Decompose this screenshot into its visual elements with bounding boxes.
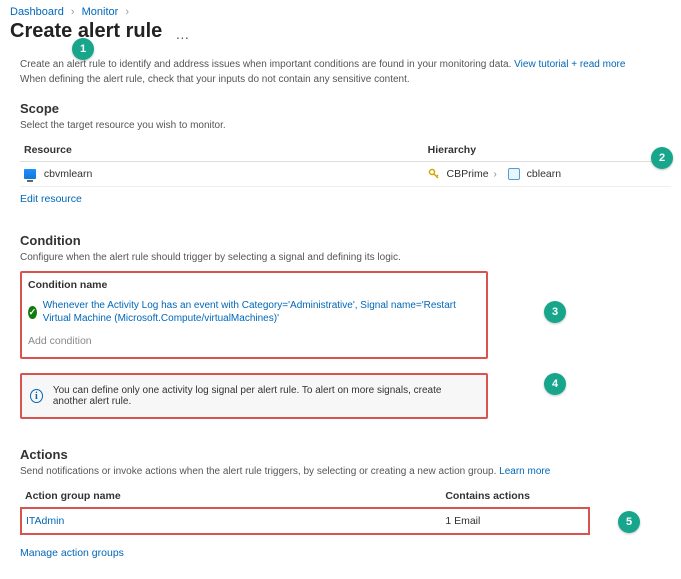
chevron-right-icon: › — [71, 6, 75, 18]
annotation-badge-4: 4 — [544, 373, 566, 395]
condition-link[interactable]: Whenever the Activity Log has an event w… — [43, 299, 480, 325]
table-row: cbvmlearn CBPrime › cblearn — [20, 162, 671, 187]
scope-table: Resource Hierarchy cbvmlearn CBPrime › c… — [20, 139, 671, 187]
condition-subtitle: Configure when the alert rule should tri… — [20, 252, 671, 263]
actions-table: Action group name Contains actions ITAdm… — [20, 485, 590, 535]
actions-col-name: Action group name — [21, 485, 441, 508]
scope-section: Scope Select the target resource you wis… — [20, 101, 671, 205]
action-group-link[interactable]: ITAdmin — [26, 515, 64, 527]
condition-section: Condition Configure when the alert rule … — [20, 233, 671, 419]
view-tutorial-link[interactable]: View tutorial + read more — [514, 59, 625, 70]
actions-title: Actions — [20, 447, 671, 462]
annotation-badge-3: 3 — [544, 301, 566, 323]
annotation-badge-5: 5 — [618, 511, 640, 533]
condition-title: Condition — [20, 233, 671, 248]
check-circle-icon: ✓ — [28, 306, 37, 319]
vm-icon — [24, 169, 36, 179]
learn-more-link[interactable]: Learn more — [499, 466, 550, 477]
scope-col-resource: Resource — [20, 139, 424, 162]
annotation-badge-2: 2 — [651, 147, 673, 169]
actions-subtitle: Send notifications or invoke actions whe… — [20, 466, 671, 477]
chevron-right-icon: › — [493, 169, 496, 180]
hierarchy-subscription: CBPrime — [447, 168, 489, 180]
page-description: Create an alert rule to identify and add… — [20, 57, 671, 87]
more-icon[interactable]: … — [165, 26, 190, 42]
condition-col-name: Condition name — [28, 279, 480, 291]
scope-title: Scope — [20, 101, 671, 116]
hierarchy-rg: cblearn — [527, 168, 561, 180]
chevron-right-icon: › — [125, 6, 129, 18]
condition-box: Condition name ✓ Whenever the Activity L… — [20, 271, 488, 359]
edit-resource-link[interactable]: Edit resource — [20, 193, 82, 205]
annotation-badge-1: 1 — [72, 38, 94, 60]
table-row: ITAdmin 1 Email — [21, 508, 589, 534]
manage-action-groups-link[interactable]: Manage action groups — [20, 547, 124, 559]
breadcrumb-dashboard[interactable]: Dashboard — [10, 6, 64, 18]
info-box: i You can define only one activity log s… — [20, 373, 488, 419]
scope-subtitle: Select the target resource you wish to m… — [20, 120, 671, 131]
actions-section: Actions Send notifications or invoke act… — [20, 447, 671, 559]
info-icon: i — [30, 389, 43, 403]
breadcrumb: Dashboard › Monitor › — [10, 6, 671, 18]
condition-row: ✓ Whenever the Activity Log has an event… — [28, 299, 480, 325]
info-text: You can define only one activity log sig… — [53, 385, 478, 407]
breadcrumb-monitor[interactable]: Monitor — [82, 6, 119, 18]
actions-col-contains: Contains actions — [441, 485, 589, 508]
resource-group-icon — [508, 168, 520, 180]
action-contains: 1 Email — [445, 515, 480, 527]
resource-name: cbvmlearn — [44, 168, 92, 180]
scope-col-hierarchy: Hierarchy — [424, 139, 671, 162]
add-condition-link[interactable]: Add condition — [28, 335, 480, 347]
key-icon — [428, 168, 440, 180]
